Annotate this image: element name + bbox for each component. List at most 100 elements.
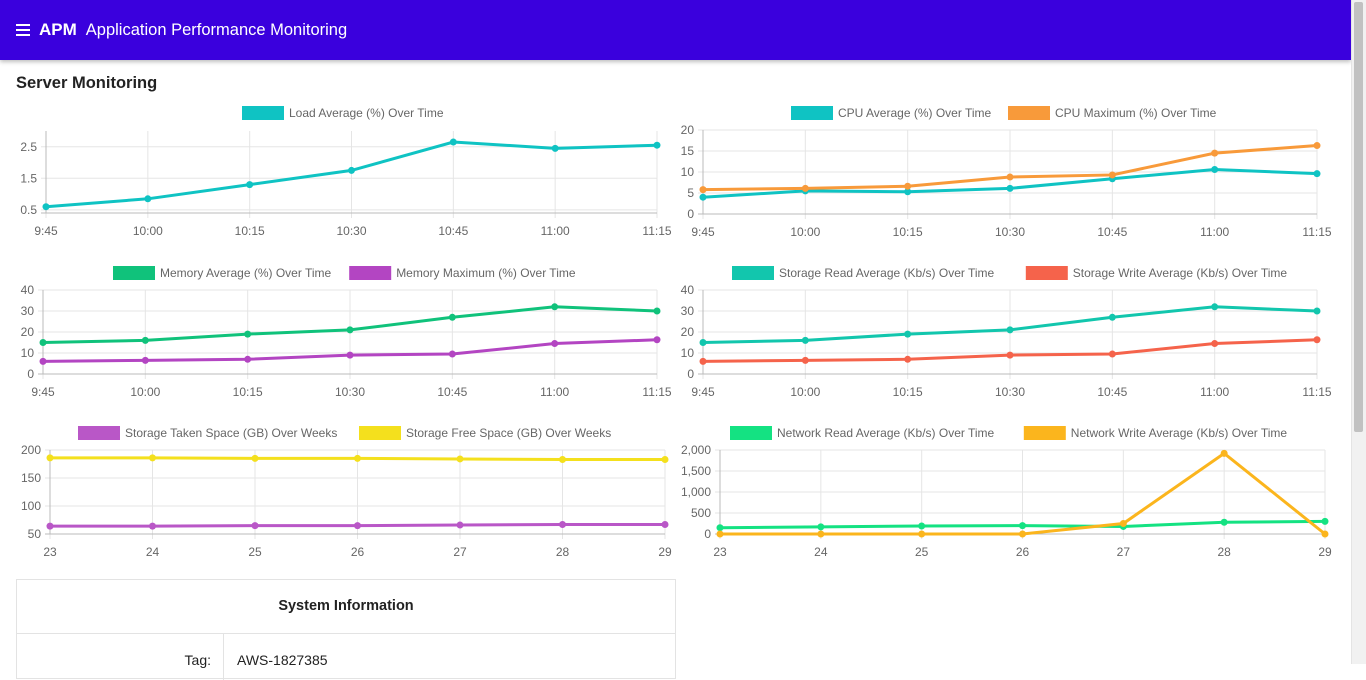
legend-swatch: [1023, 426, 1066, 440]
data-point: [661, 520, 669, 528]
data-point: [1321, 530, 1329, 538]
data-point: [448, 350, 456, 358]
legend-swatch: [1025, 266, 1068, 280]
data-point: [904, 330, 912, 338]
legend-label: Storage Write Average (Kb/s) Over Time: [1073, 266, 1288, 280]
y-tick-label: 0: [704, 527, 711, 541]
data-point: [551, 340, 559, 348]
data-point: [559, 520, 566, 528]
x-tick-label: 10:00: [133, 224, 163, 238]
data-point: [1313, 307, 1321, 315]
data-point: [1108, 171, 1116, 179]
legend-label: Memory Average (%) Over Time: [160, 266, 331, 280]
y-tick-label: 10: [21, 346, 35, 360]
y-tick-label: 30: [681, 304, 695, 318]
y-tick-label: 500: [691, 506, 711, 520]
y-tick-label: 100: [21, 499, 41, 513]
data-point: [348, 166, 355, 174]
data-point: [346, 351, 354, 359]
data-point: [1313, 142, 1321, 150]
system-info-row: Tag: AWS-1827385: [17, 634, 675, 680]
y-tick-label: 15: [681, 144, 695, 158]
y-tick-label: 200: [21, 443, 41, 457]
data-point: [1006, 184, 1014, 192]
y-tick-label: 20: [681, 123, 695, 137]
data-point: [801, 356, 809, 364]
data-point: [653, 307, 661, 315]
data-point: [1019, 522, 1026, 530]
data-point: [46, 522, 54, 530]
network-chart: Network Read Average (Kb/s) Over Time Net…: [681, 426, 1332, 559]
legend-label: Network Write Average (Kb/s) Over Time: [1071, 426, 1288, 440]
data-point: [1006, 351, 1014, 359]
vertical-scrollbar[interactable]: [1351, 0, 1366, 664]
y-tick-label: 20: [21, 325, 35, 339]
x-tick-label: 9:45: [34, 224, 58, 238]
x-tick-label: 11:00: [540, 385, 569, 399]
data-point: [1119, 520, 1127, 527]
data-point: [1321, 517, 1329, 525]
data-point: [449, 138, 457, 146]
data-point: [817, 530, 825, 538]
x-tick-label: 10:00: [790, 225, 820, 239]
legend-swatch: [359, 426, 401, 440]
data-point: [149, 522, 156, 530]
data-point: [456, 455, 464, 463]
y-tick-label: 2,000: [681, 443, 711, 457]
x-tick-label: 23: [43, 545, 57, 559]
legend-label: Storage Read Average (Kb/s) Over Time: [779, 266, 995, 280]
data-point: [699, 339, 707, 346]
data-point: [244, 330, 252, 338]
data-point: [251, 522, 259, 530]
data-point: [149, 454, 156, 462]
data-point: [246, 181, 254, 189]
data-point: [1108, 350, 1116, 358]
data-point: [346, 326, 354, 334]
data-point: [42, 203, 50, 211]
data-point: [1220, 518, 1228, 526]
x-tick-label: 24: [146, 545, 160, 559]
page-title: Server Monitoring: [16, 74, 158, 92]
data-point: [1211, 149, 1219, 157]
x-tick-label: 9:45: [691, 385, 715, 399]
data-point: [1211, 165, 1219, 173]
y-tick-label: 1,000: [681, 485, 711, 499]
x-tick-label: 11:00: [1200, 225, 1229, 239]
data-point: [1006, 326, 1014, 334]
y-tick-label: 0: [687, 207, 694, 221]
x-tick-label: 9:45: [691, 225, 715, 239]
legend-label: CPU Average (%) Over Time: [838, 106, 991, 120]
y-tick-label: 40: [681, 283, 695, 297]
x-tick-label: 29: [1318, 545, 1332, 559]
x-tick-label: 11:00: [1200, 385, 1229, 399]
data-point: [141, 336, 149, 344]
y-tick-label: 5: [687, 186, 694, 200]
menu-icon[interactable]: [16, 24, 30, 36]
data-point: [1211, 303, 1219, 311]
system-info-key: Tag:: [17, 634, 224, 680]
data-point: [448, 313, 456, 321]
legend-label: Load Average (%) Over Time: [289, 106, 444, 120]
x-tick-label: 10:45: [438, 224, 468, 238]
x-tick-label: 10:30: [995, 225, 1025, 239]
y-tick-label: 10: [681, 346, 695, 360]
data-point: [661, 456, 669, 464]
data-point: [1019, 530, 1026, 538]
x-tick-label: 25: [915, 545, 929, 559]
app-title: Application Performance Monitoring: [85, 20, 348, 39]
x-tick-label: 11:15: [642, 385, 671, 399]
data-point: [904, 355, 912, 363]
data-point: [699, 193, 707, 201]
x-tick-label: 10:15: [235, 224, 265, 238]
legend-swatch: [242, 106, 284, 120]
legend-swatch: [78, 426, 120, 440]
data-point: [918, 530, 926, 538]
x-tick-label: 23: [713, 545, 727, 559]
scrollbar-thumb[interactable]: [1354, 2, 1363, 432]
y-tick-label: 20: [681, 325, 695, 339]
system-information-card: System Information Tag: AWS-1827385: [16, 579, 676, 680]
system-information-title: System Information: [17, 580, 675, 634]
data-point: [801, 336, 809, 344]
y-tick-label: 30: [21, 304, 35, 318]
x-tick-label: 10:15: [893, 385, 923, 399]
